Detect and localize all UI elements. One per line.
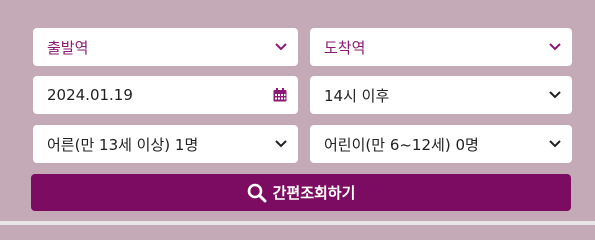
adult-count-value: 어른(만 13세 이상) 1명 xyxy=(47,135,199,154)
quick-search-button[interactable]: 간편조회하기 xyxy=(31,174,571,211)
time-value: 14시 이후 xyxy=(324,86,390,105)
departure-time-select[interactable]: 14시 이후 xyxy=(310,76,572,114)
child-count-select[interactable]: 어린이(만 6~12세) 0명 xyxy=(310,125,572,163)
quick-search-panel: 출발역 도착역 2024.01.19 14시 이후 어른(만 13세 이상) 1… xyxy=(0,0,595,221)
arrival-station-value: 도착역 xyxy=(324,38,366,57)
departure-station-value: 출발역 xyxy=(47,38,89,57)
search-icon xyxy=(247,183,267,203)
child-count-value: 어린이(만 6~12세) 0명 xyxy=(324,135,479,154)
date-picker-field[interactable]: 2024.01.19 xyxy=(33,76,298,114)
arrival-station-select[interactable]: 도착역 xyxy=(310,28,572,66)
date-value: 2024.01.19 xyxy=(47,86,133,104)
chevron-down-icon xyxy=(548,88,562,102)
departure-station-select[interactable]: 출발역 xyxy=(33,28,298,66)
bottom-divider xyxy=(0,221,595,225)
adult-count-select[interactable]: 어른(만 13세 이상) 1명 xyxy=(33,125,298,163)
chevron-down-icon xyxy=(274,40,288,54)
calendar-icon[interactable] xyxy=(272,87,288,103)
search-button-label: 간편조회하기 xyxy=(272,184,356,202)
chevron-down-icon xyxy=(548,137,562,151)
chevron-down-icon xyxy=(274,137,288,151)
chevron-down-icon xyxy=(548,40,562,54)
